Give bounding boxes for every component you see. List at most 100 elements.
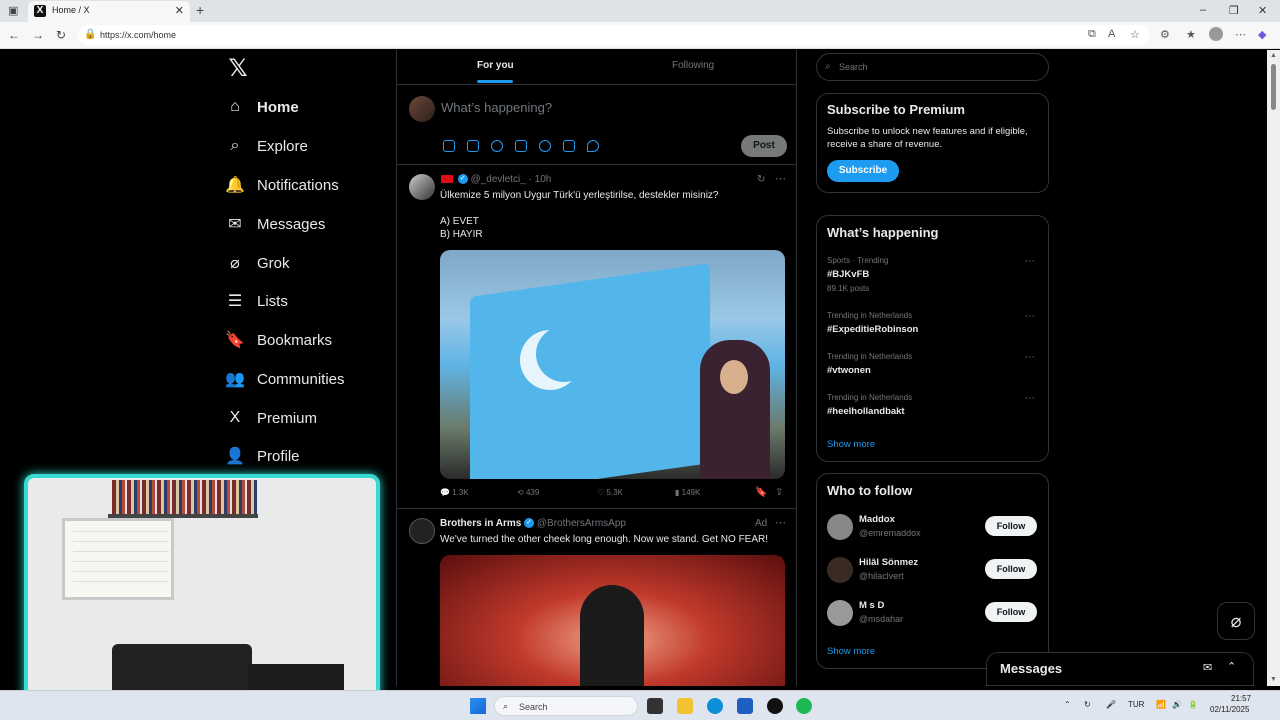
windows-start-icon[interactable] <box>470 698 486 714</box>
avatar[interactable] <box>409 174 435 200</box>
more-icon[interactable]: ⋯ <box>775 516 786 529</box>
nav-notifications[interactable]: 🔔 Notifications <box>225 170 339 200</box>
nav-communities[interactable]: 👥 Communities <box>225 364 345 394</box>
nav-lists[interactable]: ☰ Lists <box>225 286 288 316</box>
forward-icon[interactable]: → <box>32 28 44 42</box>
scroll-up-icon[interactable]: ▲ <box>1270 52 1277 59</box>
show-more-link[interactable]: Show more <box>827 646 875 657</box>
follow-button[interactable]: Follow <box>985 516 1037 536</box>
favorites-icon[interactable]: ★ <box>1186 28 1196 41</box>
location-icon[interactable] <box>587 140 599 152</box>
subscribe-button[interactable]: Subscribe <box>827 160 899 182</box>
nav-messages[interactable]: ✉ Messages <box>225 209 325 239</box>
nav-grok[interactable]: ⌀ Grok <box>225 248 289 278</box>
new-message-icon[interactable]: ✉ <box>1203 661 1212 674</box>
tray-chevron-icon[interactable]: ⌃ <box>1064 700 1071 709</box>
reply-stat[interactable]: 💬 1.3K <box>440 488 469 497</box>
trend-name[interactable]: #ExpeditieRobinson <box>827 324 918 335</box>
task-view-icon[interactable] <box>647 698 663 714</box>
avatar[interactable] <box>827 600 853 626</box>
address-bar[interactable]: 🔒 https://x.com/home <box>78 25 1150 45</box>
more-icon[interactable]: ⋯ <box>775 172 786 185</box>
minimize-icon[interactable]: – <box>1200 4 1206 16</box>
trend-name[interactable]: #BJKvFB <box>827 269 869 280</box>
scroll-down-icon[interactable]: ▼ <box>1270 676 1277 683</box>
grok-fab-icon[interactable]: ⌀ <box>1217 602 1255 640</box>
clock-time[interactable]: 21:57 <box>1231 694 1251 703</box>
compose-input[interactable]: What’s happening? <box>441 100 552 115</box>
window-close-icon[interactable]: ✕ <box>1258 4 1267 17</box>
file-explorer-icon[interactable] <box>677 698 693 714</box>
extensions-icon[interactable]: ⚙ <box>1160 28 1170 41</box>
search-input[interactable]: ⌕ Search <box>816 53 1049 81</box>
messages-dock[interactable]: Messages ✉ ⌃ <box>986 652 1254 686</box>
follow-button[interactable]: Follow <box>985 559 1037 579</box>
taskbar-search[interactable]: ⌕ Search <box>494 696 638 716</box>
views-stat[interactable]: ▮ 149K <box>675 488 700 497</box>
nav-premium[interactable]: X Premium <box>225 403 317 433</box>
scrollbar-thumb[interactable] <box>1271 64 1276 110</box>
nav-explore[interactable]: ⌕ Explore <box>225 131 308 161</box>
tweet-image[interactable] <box>440 555 785 686</box>
nav-profile[interactable]: 👤 Profile <box>225 441 300 471</box>
edge-icon[interactable] <box>707 698 723 714</box>
copilot-icon[interactable]: ◆ <box>1258 28 1266 41</box>
tweet-author[interactable]: Brothers in Arms ✓ @BrothersArmsApp <box>440 518 626 529</box>
nav-home[interactable]: ⌂ Home <box>225 92 299 122</box>
image-icon[interactable] <box>443 140 455 152</box>
like-stat[interactable]: ♡ 5.3K <box>597 488 623 497</box>
window-menu-icon[interactable]: ▣ <box>8 4 18 17</box>
repost-stat[interactable]: ⟲ 439 <box>517 488 539 497</box>
more-options-icon[interactable]: ⋯ <box>1235 28 1246 41</box>
bookmark-icon[interactable]: 🔖 <box>755 487 767 498</box>
tab-following[interactable]: Following <box>672 60 714 71</box>
schedule-icon[interactable] <box>563 140 575 152</box>
more-icon[interactable]: ⋯ <box>1025 393 1035 404</box>
more-icon[interactable]: ⋯ <box>1025 256 1035 267</box>
github-icon[interactable] <box>767 698 783 714</box>
follow-button[interactable]: Follow <box>985 602 1037 622</box>
wifi-icon[interactable]: 📶 <box>1156 700 1166 709</box>
share-icon[interactable]: ⇪ <box>775 487 783 498</box>
new-tab-icon[interactable]: + <box>196 2 204 18</box>
more-icon[interactable]: ⋯ <box>1025 352 1035 363</box>
tab-close-icon[interactable]: ✕ <box>175 4 184 17</box>
reload-icon[interactable]: ↻ <box>56 28 66 42</box>
mic-icon[interactable]: 🎤 <box>1106 700 1116 709</box>
browser-tab[interactable]: X Home / X ✕ <box>28 1 190 22</box>
nav-bookmarks[interactable]: 🔖 Bookmarks <box>225 325 332 355</box>
clock-date[interactable]: 02/11/2025 <box>1210 705 1249 714</box>
page-scrollbar[interactable]: ▲ ▼ <box>1267 50 1280 686</box>
grok-compose-icon[interactable] <box>491 140 503 152</box>
emoji-icon[interactable] <box>539 140 551 152</box>
favorite-star-icon[interactable]: ☆ <box>1130 28 1140 41</box>
more-icon[interactable]: ⋯ <box>1025 311 1035 322</box>
follow-name[interactable]: Maddox <box>859 514 895 525</box>
tweet-author[interactable]: ✓ @_devletci_ · 10h <box>441 174 551 185</box>
poll-icon[interactable] <box>515 140 527 152</box>
follow-name[interactable]: M s D <box>859 600 884 611</box>
back-icon[interactable]: ← <box>8 28 20 42</box>
profile-avatar-icon[interactable] <box>1209 27 1223 41</box>
language-indicator[interactable]: TUR <box>1128 700 1144 709</box>
avatar[interactable] <box>827 514 853 540</box>
post-button[interactable]: Post <box>741 135 787 157</box>
volume-icon[interactable]: 🔊 <box>1172 700 1182 709</box>
tweet-image[interactable] <box>440 250 785 479</box>
battery-icon[interactable]: 🔋 <box>1188 700 1198 709</box>
read-aloud-icon[interactable]: A <box>1108 28 1115 40</box>
avatar[interactable] <box>827 557 853 583</box>
avatar[interactable] <box>409 518 435 544</box>
expand-icon[interactable]: ⌃ <box>1227 660 1236 673</box>
x-logo-icon[interactable]: 𝕏 <box>225 56 251 82</box>
split-screen-icon[interactable]: ⧉ <box>1088 28 1096 41</box>
maximize-icon[interactable]: ❐ <box>1229 4 1239 17</box>
gif-icon[interactable] <box>467 140 479 152</box>
avatar[interactable] <box>409 96 435 122</box>
sync-icon[interactable]: ↻ <box>1084 700 1091 709</box>
trend-name[interactable]: #heelhollandbakt <box>827 406 905 417</box>
show-more-link[interactable]: Show more <box>827 439 875 450</box>
store-icon[interactable] <box>737 698 753 714</box>
trend-name[interactable]: #vtwonen <box>827 365 871 376</box>
follow-name[interactable]: Hilâl Sönmez <box>859 557 918 568</box>
